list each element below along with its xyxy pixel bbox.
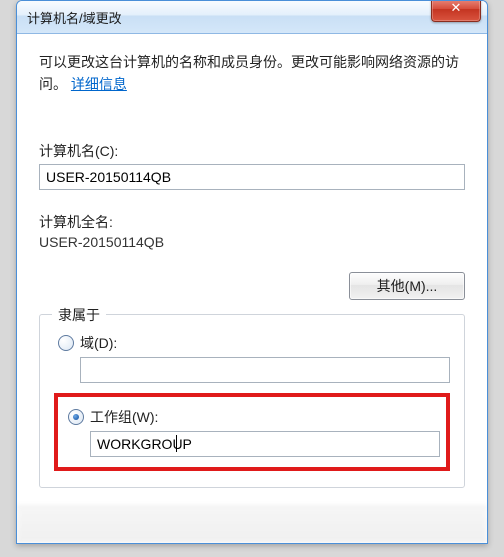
close-button[interactable]: ✕ bbox=[431, 0, 481, 22]
close-icon: ✕ bbox=[451, 0, 462, 15]
workgroup-radio-row[interactable]: 工作组(W): bbox=[68, 407, 438, 427]
domain-input[interactable] bbox=[80, 357, 450, 383]
domain-radio-row[interactable]: 域(D): bbox=[58, 333, 448, 353]
member-of-legend: 隶属于 bbox=[52, 305, 106, 325]
client-area: 可以更改这台计算机的名称和成员身份。更改可能影响网络资源的访问。 详细信息 计算… bbox=[17, 34, 487, 506]
computer-name-label: 计算机名(C): bbox=[39, 141, 465, 161]
workgroup-highlight: 工作组(W): bbox=[54, 393, 450, 471]
workgroup-input[interactable] bbox=[90, 431, 440, 457]
more-button[interactable]: 其他(M)... bbox=[349, 272, 465, 300]
full-name-value: USER-20150114QB bbox=[39, 234, 465, 250]
full-name-block: 计算机全名: USER-20150114QB bbox=[39, 212, 465, 250]
dialog-footer bbox=[17, 506, 487, 543]
computer-name-block: 计算机名(C): bbox=[39, 141, 465, 190]
dialog-window: 计算机名/域更改 ✕ 可以更改这台计算机的名称和成员身份。更改可能影响网络资源的… bbox=[16, 0, 488, 544]
full-name-label: 计算机全名: bbox=[39, 212, 465, 232]
domain-option-block: 域(D): bbox=[54, 333, 450, 383]
titlebar: 计算机名/域更改 ✕ bbox=[17, 1, 487, 34]
domain-input-wrap bbox=[80, 357, 450, 383]
workgroup-radio-label: 工作组(W): bbox=[90, 407, 158, 427]
description-text: 可以更改这台计算机的名称和成员身份。更改可能影响网络资源的访问。 详细信息 bbox=[39, 52, 465, 95]
workgroup-input-wrap bbox=[90, 431, 440, 457]
domain-radio[interactable] bbox=[58, 335, 74, 351]
window-buttons: ✕ bbox=[431, 0, 481, 22]
workgroup-radio[interactable] bbox=[68, 409, 84, 425]
window-title: 计算机名/域更改 bbox=[27, 8, 483, 27]
domain-radio-label: 域(D): bbox=[80, 333, 117, 353]
computer-name-input[interactable] bbox=[39, 164, 465, 190]
text-caret bbox=[176, 435, 177, 452]
more-button-row: 其他(M)... bbox=[39, 272, 465, 300]
member-of-groupbox: 隶属于 域(D): 工作组(W): bbox=[39, 314, 465, 488]
details-link[interactable]: 详细信息 bbox=[71, 76, 127, 92]
